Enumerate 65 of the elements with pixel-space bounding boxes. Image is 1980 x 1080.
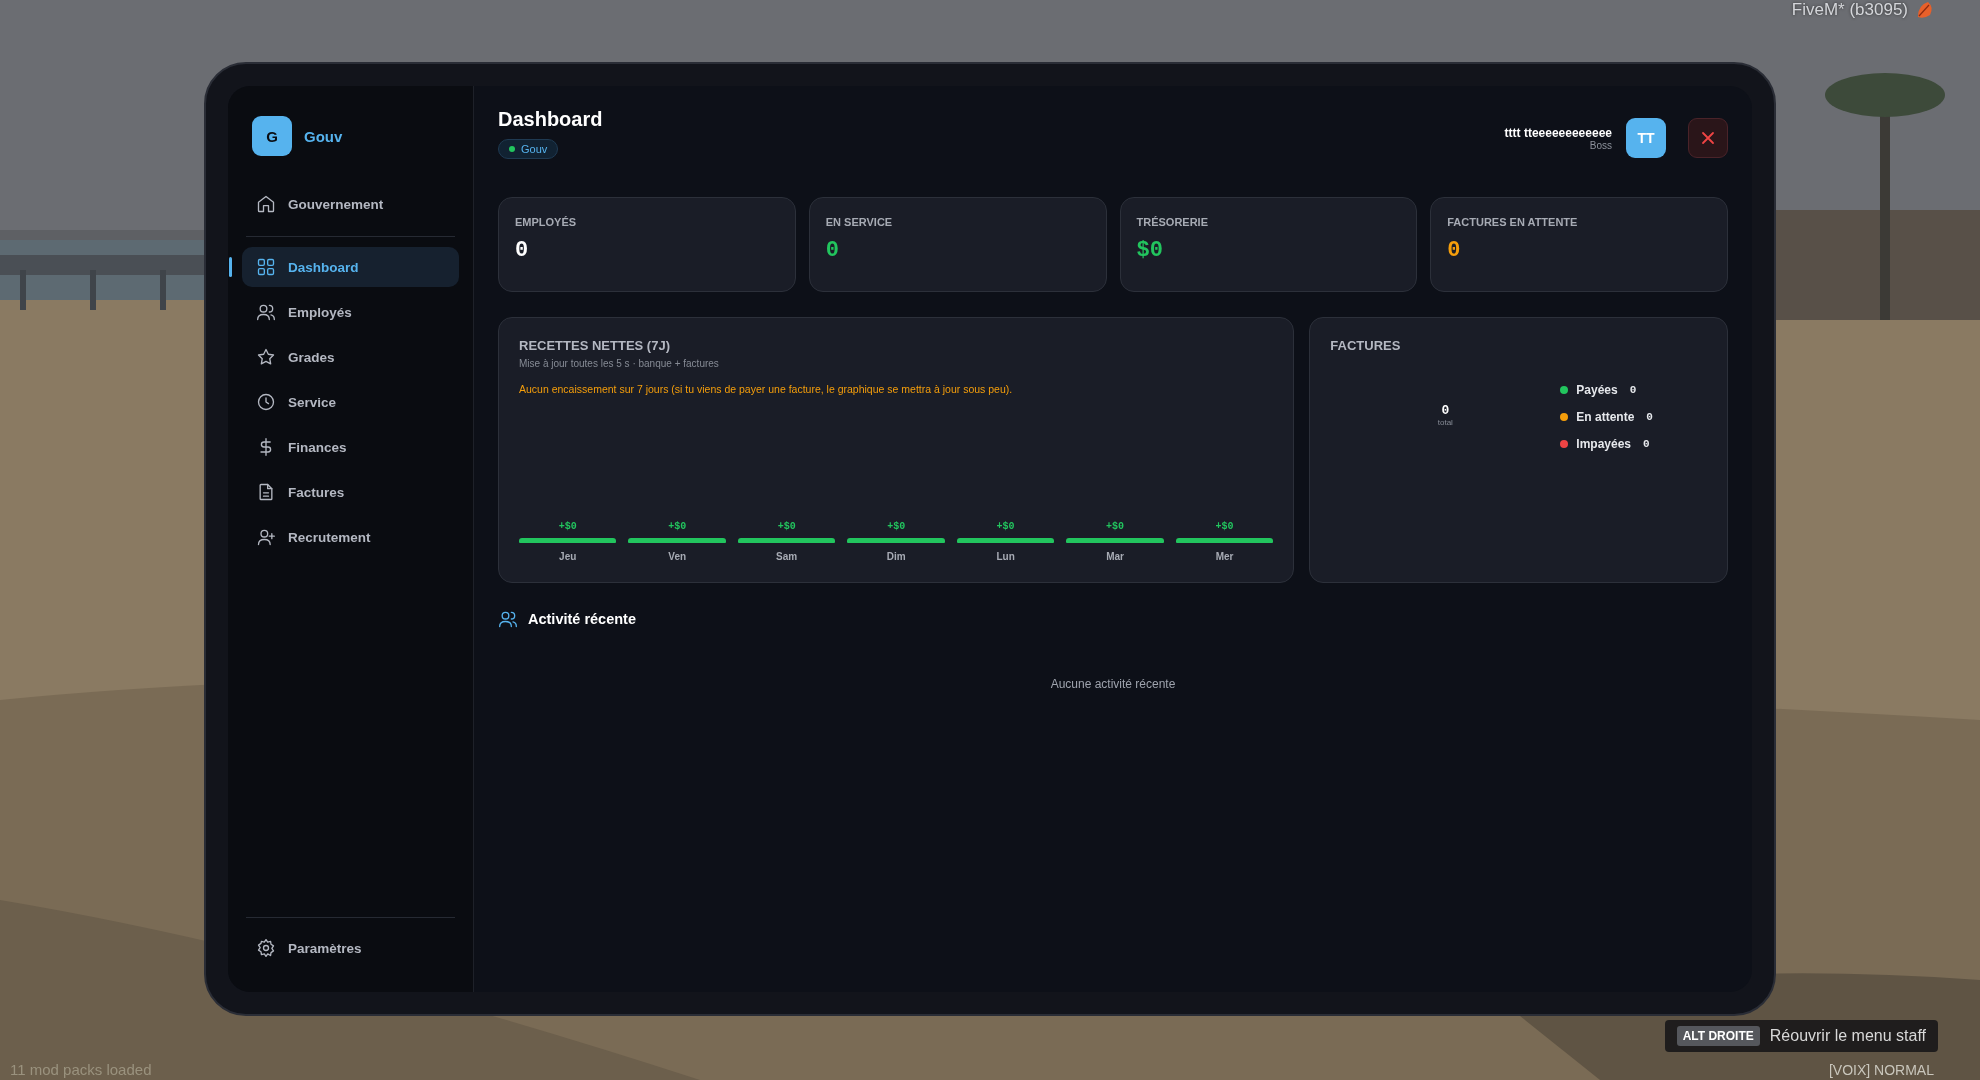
user-plus-icon — [256, 527, 276, 547]
day-label: Jeu — [559, 551, 577, 562]
key-badge: ALT DROITE — [1676, 1026, 1760, 1046]
star-icon — [256, 347, 276, 367]
user-name: tttt tteeeeeeeeeeee — [1504, 125, 1612, 140]
brand-logo: G — [252, 116, 292, 156]
legend-label: Payées — [1576, 383, 1618, 397]
sidebar-item[interactable]: Gouvernement — [242, 184, 459, 224]
home-icon — [256, 194, 276, 214]
legend-label: Impayées — [1576, 437, 1631, 451]
stat-label: EN SERVICE — [825, 216, 894, 228]
legend-value: 0 — [1646, 411, 1653, 423]
bar-value: +$0 — [558, 521, 577, 532]
org-badge: Gouv — [498, 139, 559, 159]
clock-icon — [256, 392, 276, 412]
legend-value: 0 — [1629, 384, 1637, 396]
stat-label: EMPLOYÉS — [515, 216, 578, 228]
stat-value: 0 — [515, 238, 530, 263]
total-label: total — [1437, 418, 1453, 427]
day-label: Mer — [1215, 551, 1234, 562]
total-value: 0 — [1441, 403, 1450, 418]
section-title: Activité récente — [528, 611, 636, 627]
brand-name: Gouv — [304, 127, 343, 145]
empty-message: Aucune activité récente — [1049, 677, 1177, 691]
sidebar-item[interactable]: Factures — [242, 472, 459, 512]
build-label: FiveM* (b3095) — [1791, 0, 1908, 20]
stat-label: TRÉSORERIE — [1136, 216, 1209, 228]
close-icon — [1701, 131, 1715, 145]
bar-value: +$0 — [1215, 521, 1234, 532]
settings-item[interactable]: Paramètres — [242, 928, 459, 968]
user-role: Boss — [1589, 139, 1612, 151]
bar-value: +$0 — [668, 521, 687, 532]
voice-status: [VOIX] NORMAL — [1828, 1062, 1934, 1078]
hint-text: Réouvrir le menu staff — [1769, 1027, 1926, 1045]
stat-value: 0 — [1447, 238, 1462, 263]
bar-value: +$0 — [1106, 521, 1125, 532]
legend-label: En attente — [1576, 410, 1635, 424]
card-title: RECETTES NETTES (7J) — [519, 338, 671, 353]
sidebar-item[interactable]: Employés — [242, 292, 459, 332]
card-subtitle: Mise à jour toutes les 5 s · banque + factures — [519, 358, 720, 369]
bar-value: +$0 — [887, 521, 906, 532]
bar-value: +$0 — [777, 521, 796, 532]
stat-value: 0 — [825, 238, 840, 263]
users-icon — [498, 609, 518, 629]
day-label: Mar — [1106, 551, 1124, 562]
grid-icon — [256, 257, 276, 277]
settings-icon — [256, 938, 276, 958]
close-button[interactable] — [1688, 118, 1728, 158]
notice-text: Aucun encaissement sur 7 jours (si tu viens de payer une facture, le graphique se mettra à jour sous peu). — [519, 383, 1014, 395]
day-label: Dim — [886, 551, 906, 562]
legend-value: 0 — [1643, 438, 1650, 450]
day-label: Sam — [776, 551, 798, 562]
stat-value: $0 — [1136, 238, 1164, 263]
sidebar-item[interactable]: Finances — [242, 427, 459, 467]
day-label: Ven — [668, 551, 687, 562]
day-label: Lun — [996, 551, 1015, 562]
page-title: Dashboard — [498, 108, 603, 131]
bar-value: +$0 — [996, 521, 1015, 532]
stat-label: FACTURES EN ATTENTE — [1447, 216, 1579, 228]
sidebar-item[interactable]: Service — [242, 382, 459, 422]
card-title: FACTURES — [1330, 338, 1402, 353]
users-icon — [256, 302, 276, 322]
sidebar-item[interactable]: Recrutement — [242, 517, 459, 557]
user-avatar: TT — [1626, 118, 1666, 158]
sidebar-item[interactable]: Grades — [242, 337, 459, 377]
